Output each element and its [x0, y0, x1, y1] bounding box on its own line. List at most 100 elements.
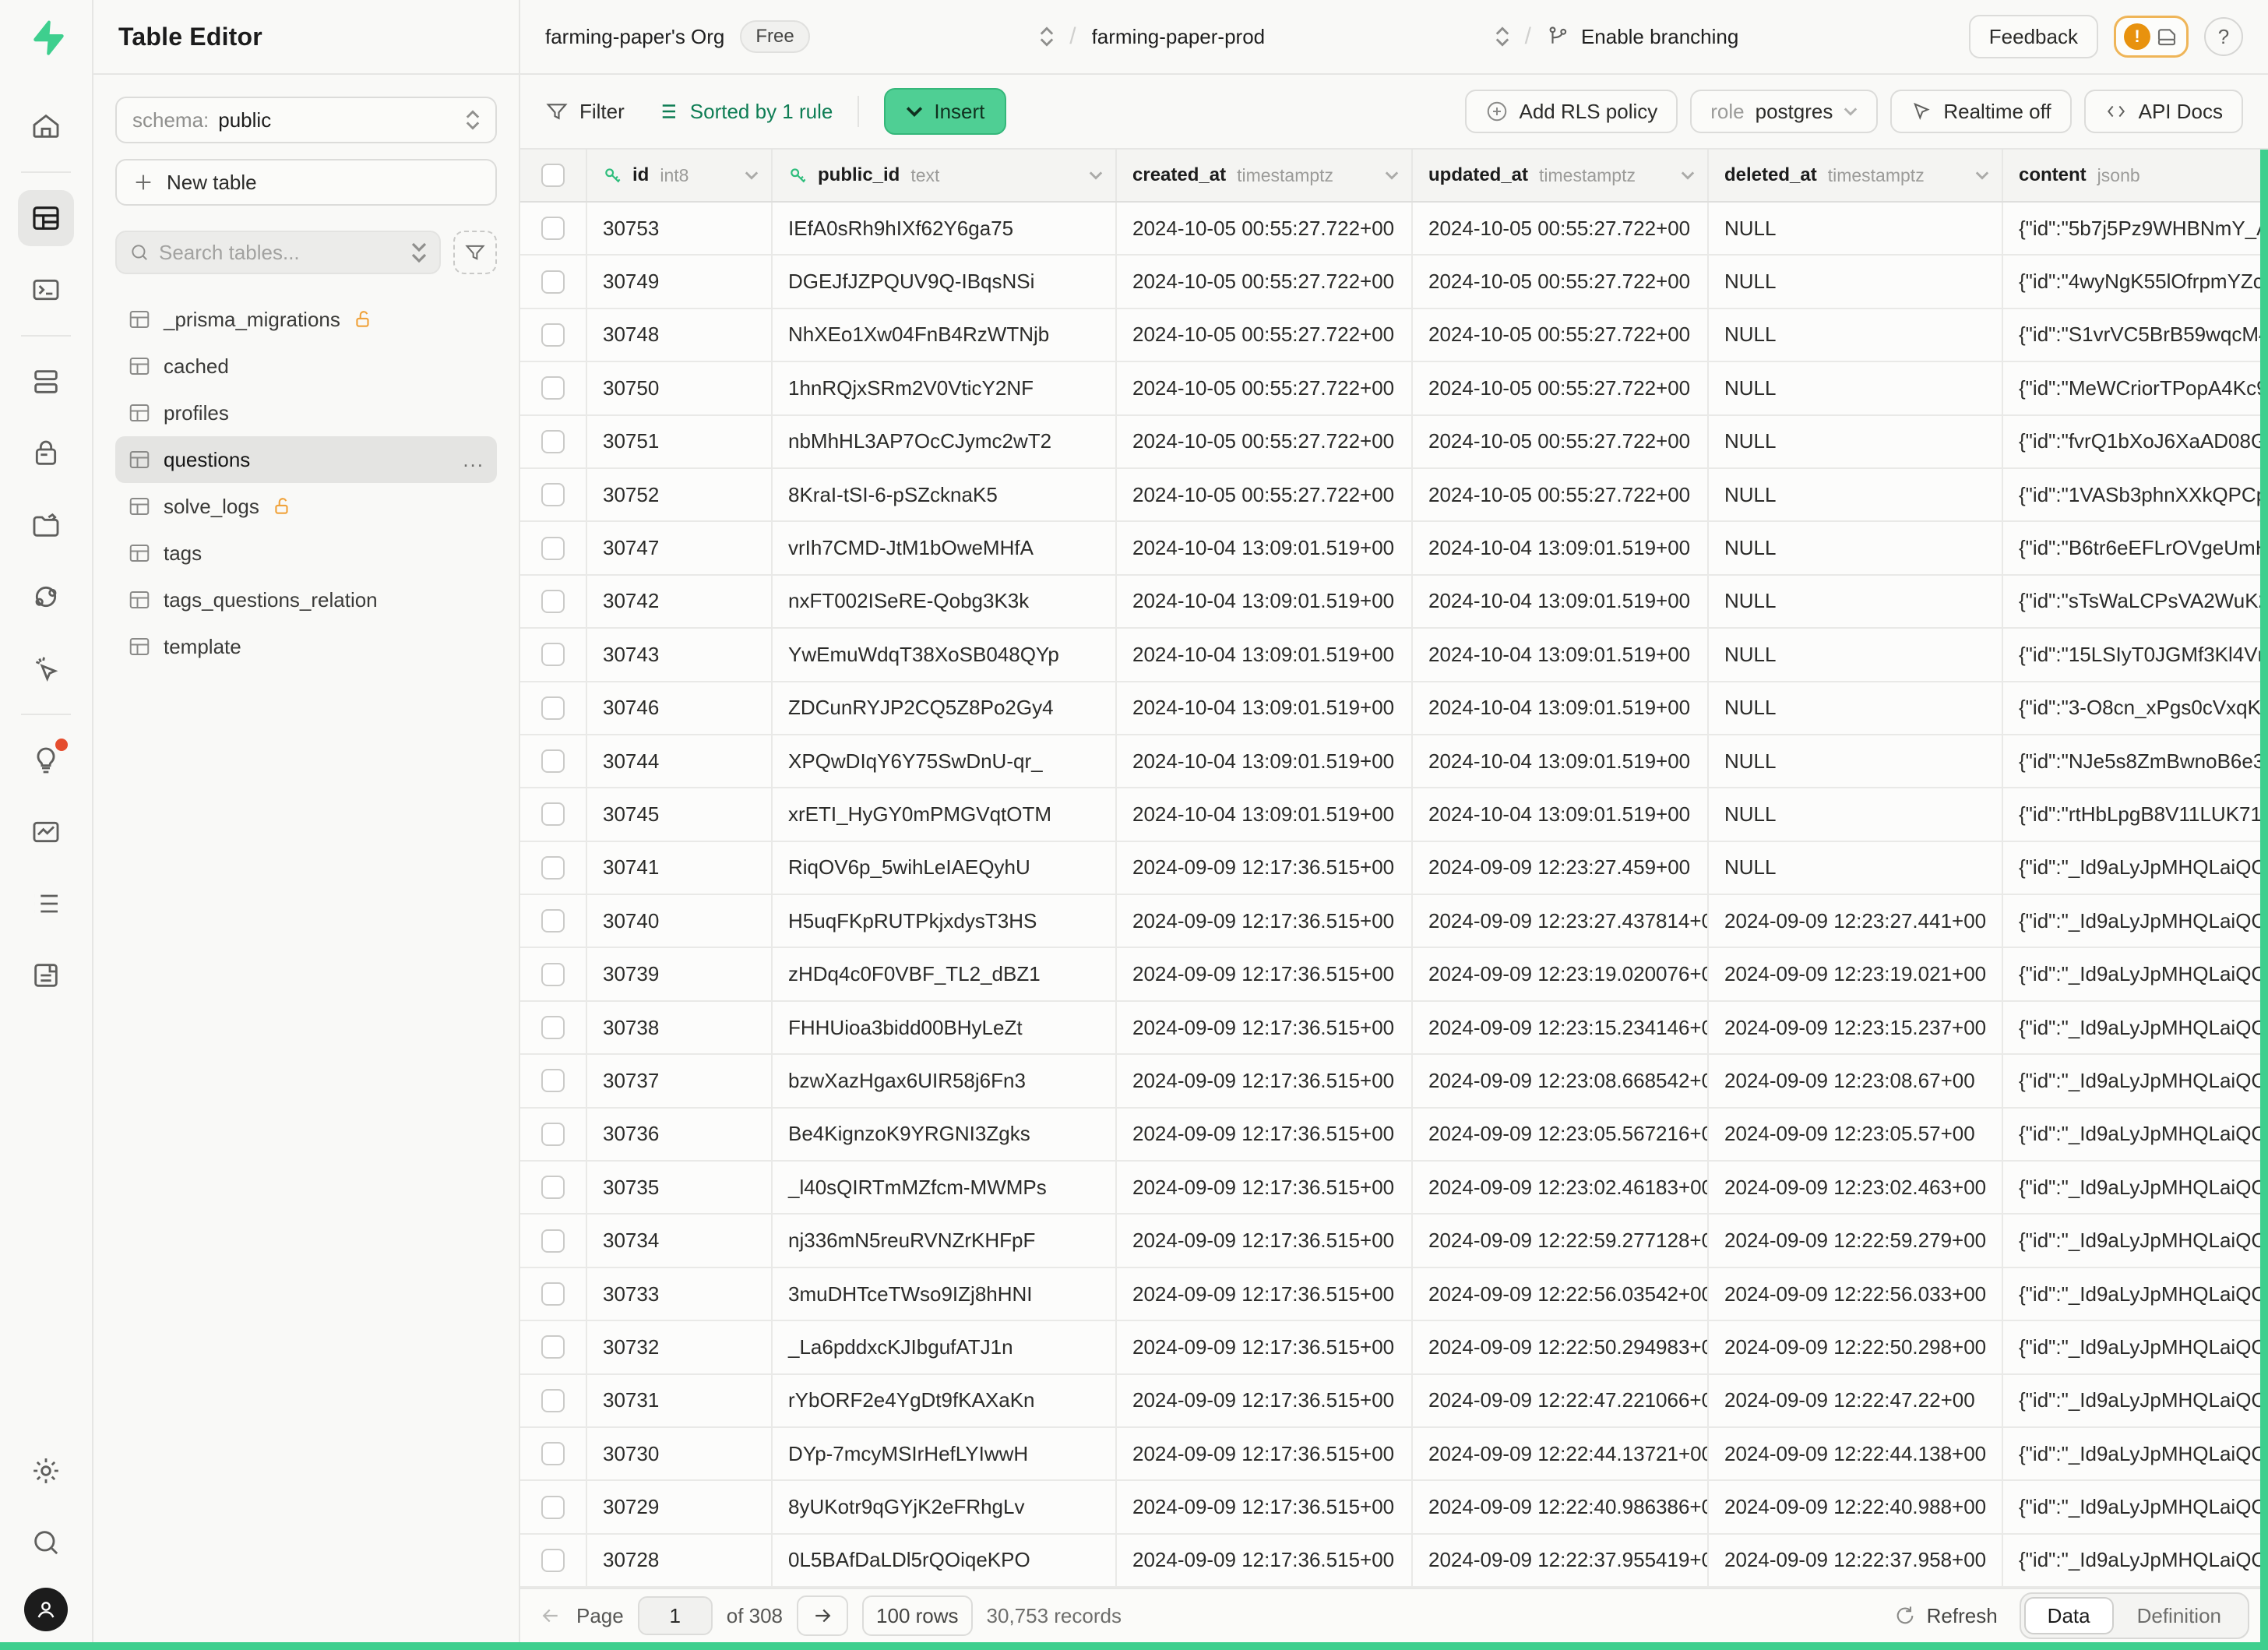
search-icon[interactable]	[18, 1514, 74, 1571]
cell-deleted_at[interactable]: NULL	[1709, 629, 2003, 680]
cell-created_at[interactable]: 2024-10-05 00:55:27.722+00	[1117, 469, 1413, 520]
cell-content[interactable]: {"id":"_Id9aLyJpMHQLaiQC	[2003, 1428, 2268, 1479]
cell-updated_at[interactable]: 2024-09-09 12:22:44.13721+00	[1413, 1428, 1709, 1479]
cell-id[interactable]: 30749	[587, 256, 773, 307]
cell-deleted_at[interactable]: NULL	[1709, 469, 2003, 520]
new-table-button[interactable]: New table	[115, 159, 497, 206]
column-menu-icon[interactable]	[745, 171, 759, 180]
cell-id[interactable]: 30737	[587, 1055, 773, 1106]
project-switch-chevrons-icon[interactable]	[1495, 26, 1509, 47]
cell-id[interactable]: 30740	[587, 895, 773, 947]
cell-public_id[interactable]: _l40sQIRTmMZfcm-MWMPs	[773, 1162, 1117, 1213]
sidebar-item-solve_logs[interactable]: solve_logs	[115, 483, 497, 530]
sql-editor-icon[interactable]	[18, 262, 74, 318]
cell-created_at[interactable]: 2024-10-04 13:09:01.519+00	[1117, 735, 1413, 787]
cell-public_id[interactable]: H5uqFKpRUTPkjxdysT3HS	[773, 895, 1117, 947]
cell-content[interactable]: {"id":"fvrQ1bXoJ6XaAD08G	[2003, 416, 2268, 467]
reports-icon[interactable]	[18, 804, 74, 860]
cell-deleted_at[interactable]: NULL	[1709, 682, 2003, 734]
cell-content[interactable]: {"id":"_Id9aLyJpMHQLaiQC	[2003, 1268, 2268, 1320]
cell-id[interactable]: 30736	[587, 1109, 773, 1160]
cell-deleted_at[interactable]: 2024-09-09 12:22:59.279+00	[1709, 1215, 2003, 1266]
cell-deleted_at[interactable]: 2024-09-09 12:23:05.57+00	[1709, 1109, 2003, 1160]
row-checkbox[interactable]	[541, 1335, 565, 1359]
cell-public_id[interactable]: 3muDHTceTWso9IZj8hHNI	[773, 1268, 1117, 1320]
cell-updated_at[interactable]: 2024-09-09 12:22:59.277128+00	[1413, 1215, 1709, 1266]
row-checkbox[interactable]	[541, 909, 565, 933]
cell-id[interactable]: 30730	[587, 1428, 773, 1479]
cell-created_at[interactable]: 2024-09-09 12:17:36.515+00	[1117, 1002, 1413, 1053]
column-header-public_id[interactable]: public_idtext	[773, 150, 1117, 201]
cell-id[interactable]: 30732	[587, 1321, 773, 1373]
cell-content[interactable]: {"id":"_Id9aLyJpMHQLaiQC	[2003, 1002, 2268, 1053]
cell-id[interactable]: 30739	[587, 948, 773, 1000]
tab-data[interactable]: Data	[2024, 1597, 2114, 1634]
cell-id[interactable]: 30738	[587, 1002, 773, 1053]
cell-created_at[interactable]: 2024-10-05 00:55:27.722+00	[1117, 309, 1413, 361]
cell-public_id[interactable]: nxFT002ISeRE-Qobg3K3k	[773, 576, 1117, 627]
cell-content[interactable]: {"id":"B6tr6eEFLrOVgeUmH	[2003, 522, 2268, 573]
cell-id[interactable]: 30746	[587, 682, 773, 734]
row-checkbox[interactable]	[541, 1123, 565, 1146]
cell-deleted_at[interactable]: NULL	[1709, 203, 2003, 254]
cell-created_at[interactable]: 2024-10-05 00:55:27.722+00	[1117, 362, 1413, 414]
next-page-button[interactable]	[797, 1595, 848, 1636]
row-checkbox[interactable]	[541, 1496, 565, 1519]
breadcrumb-project[interactable]: farming-paper-prod	[1092, 25, 1266, 49]
cell-public_id[interactable]: 1hnRQjxSRm2V0VticY2NF	[773, 362, 1117, 414]
cell-updated_at[interactable]: 2024-10-04 13:09:01.519+00	[1413, 522, 1709, 573]
row-checkbox[interactable]	[541, 537, 565, 560]
cell-public_id[interactable]: YwEmuWdqT38XoSB048QYp	[773, 629, 1117, 680]
cell-created_at[interactable]: 2024-09-09 12:17:36.515+00	[1117, 1109, 1413, 1160]
cell-created_at[interactable]: 2024-09-09 12:17:36.515+00	[1117, 1055, 1413, 1106]
tab-definition[interactable]: Definition	[2114, 1597, 2245, 1634]
cell-deleted_at[interactable]: 2024-09-09 12:22:56.033+00	[1709, 1268, 2003, 1320]
column-menu-icon[interactable]	[1089, 171, 1103, 180]
cell-content[interactable]: {"id":"_Id9aLyJpMHQLaiQC	[2003, 1109, 2268, 1160]
refresh-button[interactable]: Refresh	[1894, 1604, 1998, 1628]
cell-created_at[interactable]: 2024-10-04 13:09:01.519+00	[1117, 576, 1413, 627]
cell-deleted_at[interactable]: NULL	[1709, 362, 2003, 414]
cell-updated_at[interactable]: 2024-09-09 12:22:40.986386+00	[1413, 1481, 1709, 1532]
cell-created_at[interactable]: 2024-09-09 12:17:36.515+00	[1117, 1375, 1413, 1426]
advisors-icon[interactable]	[18, 732, 74, 788]
cell-public_id[interactable]: nj336mN5reuRVNZrKHFpF	[773, 1215, 1117, 1266]
column-header-created_at[interactable]: created_attimestamptz	[1117, 150, 1413, 201]
cell-deleted_at[interactable]: NULL	[1709, 576, 2003, 627]
cell-created_at[interactable]: 2024-09-09 12:17:36.515+00	[1117, 1215, 1413, 1266]
cell-deleted_at[interactable]: NULL	[1709, 788, 2003, 840]
cell-content[interactable]: {"id":"MeWCriorTPopA4Kc9	[2003, 362, 2268, 414]
row-checkbox[interactable]	[541, 1389, 565, 1412]
row-checkbox[interactable]	[541, 1282, 565, 1306]
cell-deleted_at[interactable]: 2024-09-09 12:22:50.298+00	[1709, 1321, 2003, 1373]
filter-button[interactable]: Filter	[545, 100, 625, 124]
cell-content[interactable]: {"id":"_Id9aLyJpMHQLaiQC	[2003, 1481, 2268, 1532]
cell-created_at[interactable]: 2024-09-09 12:17:36.515+00	[1117, 895, 1413, 947]
row-checkbox[interactable]	[541, 802, 565, 826]
cell-created_at[interactable]: 2024-10-05 00:55:27.722+00	[1117, 256, 1413, 307]
cell-updated_at[interactable]: 2024-09-09 12:23:27.437814+00	[1413, 895, 1709, 947]
cell-id[interactable]: 30741	[587, 842, 773, 894]
cell-public_id[interactable]: bzwXazHgax6UIR58j6Fn3	[773, 1055, 1117, 1106]
cell-updated_at[interactable]: 2024-10-05 00:55:27.722+00	[1413, 203, 1709, 254]
breadcrumb-org[interactable]: farming-paper's Org	[545, 25, 724, 49]
cell-public_id[interactable]: Be4KignzoK9YRGNI3Zgks	[773, 1109, 1117, 1160]
grid-scrollbar[interactable]	[2260, 150, 2268, 1650]
cell-public_id[interactable]: RiqOV6p_5wihLeIAEQyhU	[773, 842, 1117, 894]
cell-deleted_at[interactable]: 2024-09-09 12:23:27.441+00	[1709, 895, 2003, 947]
cell-updated_at[interactable]: 2024-09-09 12:23:19.020076+00	[1413, 948, 1709, 1000]
prev-page-icon[interactable]	[539, 1604, 562, 1627]
cell-public_id[interactable]: 8KraI-tSI-6-pSZcknaK5	[773, 469, 1117, 520]
row-checkbox[interactable]	[541, 217, 565, 240]
cell-id[interactable]: 30742	[587, 576, 773, 627]
search-tables-input[interactable]: Search tables...	[115, 231, 441, 274]
column-menu-icon[interactable]	[1975, 171, 1989, 180]
row-checkbox[interactable]	[541, 1069, 565, 1092]
row-checkbox[interactable]	[541, 1176, 565, 1199]
column-menu-icon[interactable]	[1681, 171, 1695, 180]
cell-content[interactable]: {"id":"1VASb3phnXXkQPCpv	[2003, 469, 2268, 520]
cell-content[interactable]: {"id":"_Id9aLyJpMHQLaiQC	[2003, 948, 2268, 1000]
cell-id[interactable]: 30753	[587, 203, 773, 254]
page-input[interactable]: 1	[638, 1596, 713, 1635]
api-docs-button[interactable]: API Docs	[2084, 90, 2243, 133]
